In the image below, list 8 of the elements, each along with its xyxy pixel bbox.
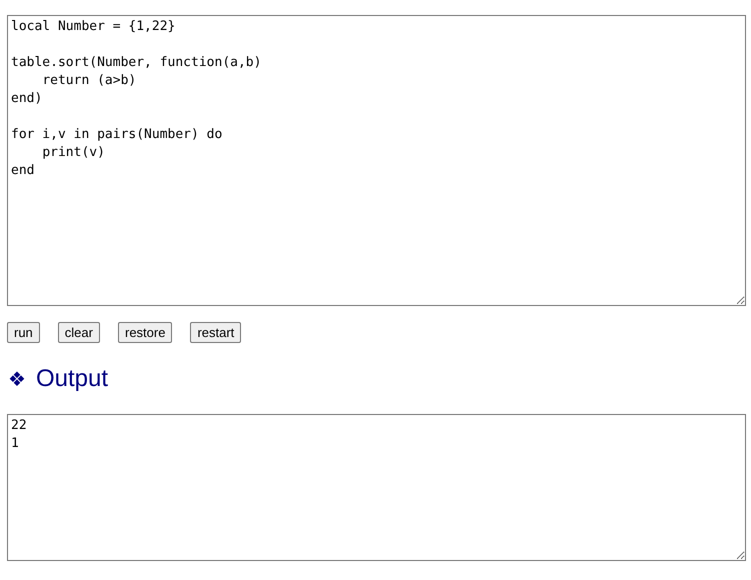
diamond-icon: ❖ [8, 367, 26, 391]
output-area[interactable]: 22 1 [7, 414, 746, 561]
action-button[interactable]: restore [118, 322, 172, 343]
section-heading: Output [36, 365, 108, 393]
action-button[interactable]: restart [190, 322, 242, 343]
code-editor[interactable]: local Number = {1,22} table.sort(Number, function(a,b) return (a>b) end) for i,v in pairs(Number) do print(v) end [7, 15, 746, 306]
action-button[interactable]: clear [58, 322, 100, 343]
action-button[interactable]: run [7, 322, 40, 343]
